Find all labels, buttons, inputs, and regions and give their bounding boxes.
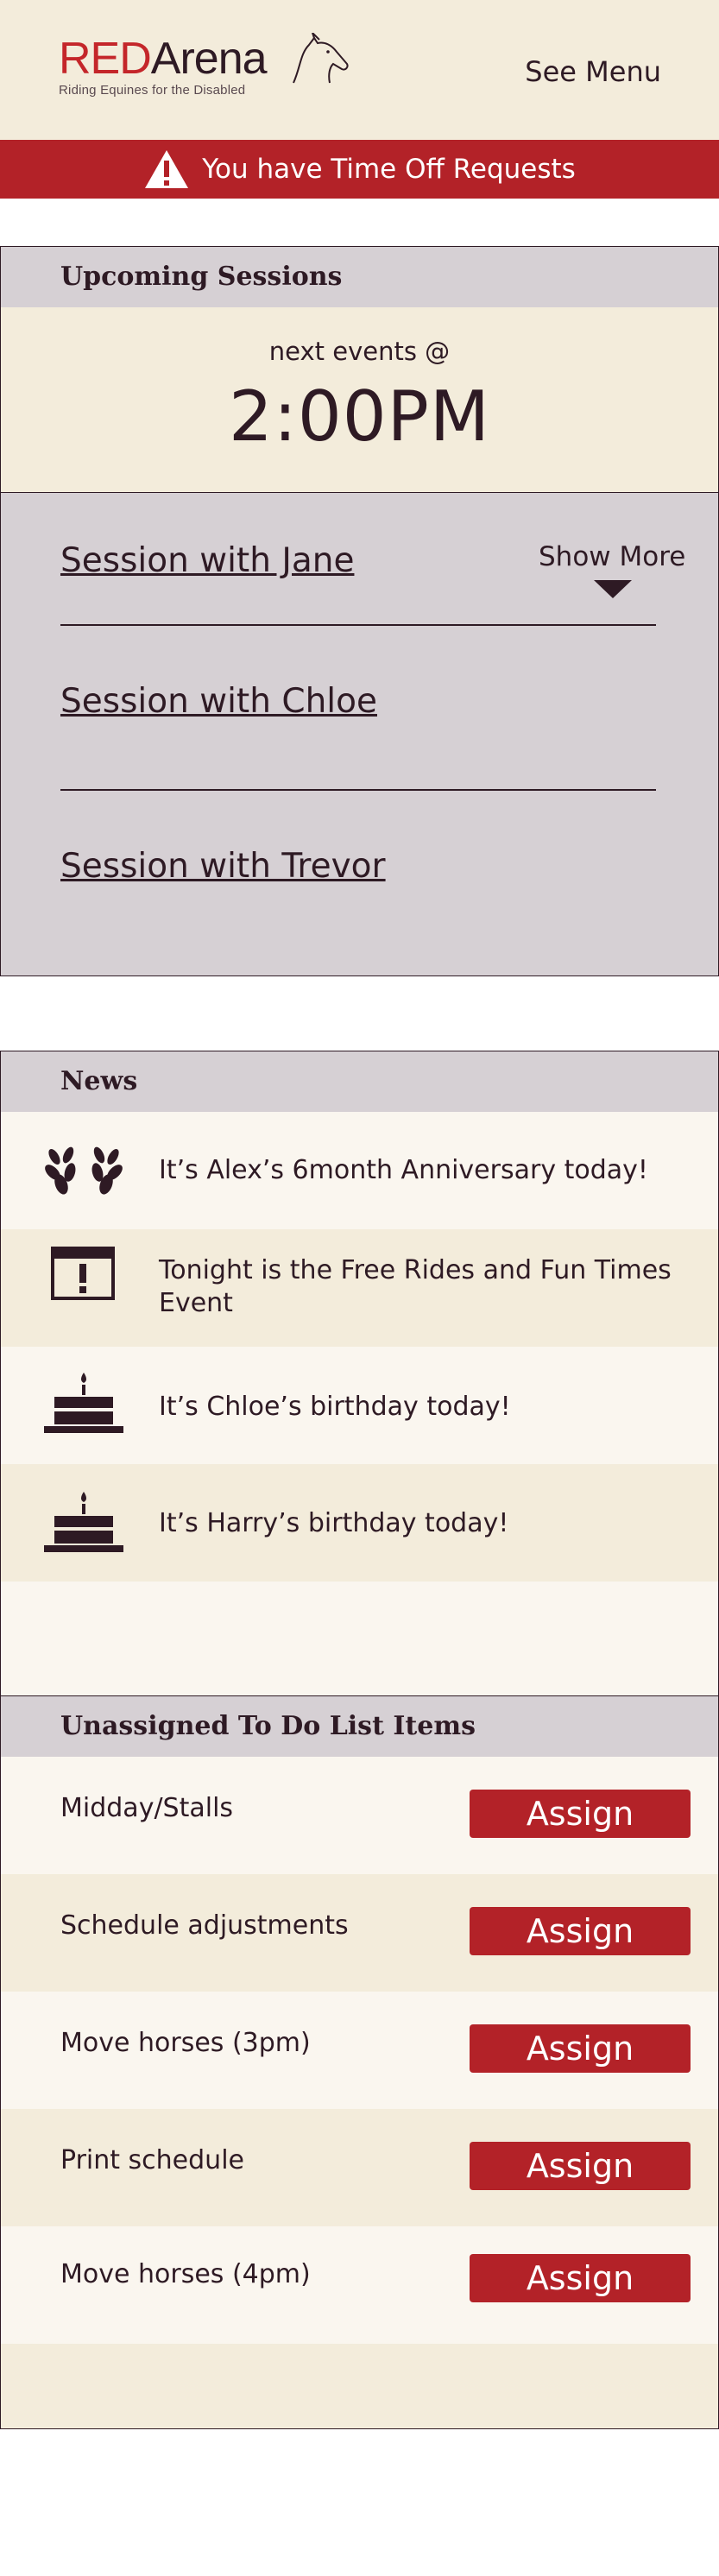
next-events-label: next events @	[268, 337, 451, 366]
section-title: Upcoming Sessions	[60, 262, 343, 292]
upcoming-sessions-heading: Upcoming Sessions	[0, 246, 719, 308]
todo-label: Print schedule	[60, 2145, 244, 2175]
todo-item: Schedule adjustments Assign	[1, 1874, 718, 1992]
next-event-time: 2:00PM	[229, 376, 490, 457]
section-title: Unassigned To Do List Items	[60, 1711, 476, 1741]
todo-item: Midday/Stalls Assign	[1, 1757, 718, 1874]
news-text: It’s Harry’s birthday today!	[159, 1508, 509, 1538]
birthday-cake-icon	[44, 1373, 123, 1433]
laurel-icon	[45, 1146, 123, 1195]
time-off-alert-banner[interactable]: You have Time Off Requests	[0, 140, 719, 199]
todo-item: Print schedule Assign	[1, 2109, 718, 2226]
todo-list: Midday/Stalls Assign Schedule adjustment…	[0, 1757, 719, 2429]
news-text: It’s Alex’s 6month Anniversary today!	[159, 1155, 648, 1185]
assign-button[interactable]: Assign	[470, 2142, 691, 2190]
assign-button[interactable]: Assign	[470, 1907, 691, 1955]
todo-label: Move horses (4pm)	[60, 2259, 311, 2289]
todo-label: Schedule adjustments	[60, 1910, 349, 1941]
assign-button[interactable]: Assign	[470, 2254, 691, 2302]
redarena-logo[interactable]: REDArena Riding Equines for the Disabled	[59, 33, 349, 98]
news-item: It’s Harry’s birthday today!	[1, 1464, 718, 1582]
todo-heading: Unassigned To Do List Items	[0, 1695, 719, 1758]
show-more-button[interactable]: Show More	[539, 541, 685, 598]
todo-label: Move horses (3pm)	[60, 2028, 311, 2058]
divider	[60, 789, 656, 791]
logo-tagline: Riding Equines for the Disabled	[59, 83, 246, 98]
divider	[60, 624, 656, 626]
calendar-alert-icon	[51, 1247, 115, 1300]
assign-button[interactable]: Assign	[470, 1790, 691, 1838]
next-event-panel: next events @ 2:00PM	[0, 307, 719, 492]
birthday-cake-icon	[44, 1492, 123, 1552]
show-more-label: Show More	[539, 541, 686, 572]
todo-label: Midday/Stalls	[60, 1793, 234, 1823]
logo-wordmark: REDArena	[59, 34, 268, 84]
assign-button[interactable]: Assign	[470, 2024, 691, 2073]
app-header: REDArena Riding Equines for the Disabled…	[0, 0, 719, 140]
todo-item: Move horses (4pm) Assign	[1, 2226, 718, 2344]
session-list: Session with Jane Show More Session with…	[0, 492, 719, 976]
news-list: It’s Alex’s 6month Anniversary today! To…	[0, 1112, 719, 1695]
session-link-chloe[interactable]: Session with Chloe	[60, 682, 377, 721]
session-link-trevor[interactable]: Session with Trevor	[60, 847, 386, 886]
todo-item: Move horses (3pm) Assign	[1, 1992, 718, 2109]
horse-head-icon	[293, 33, 349, 84]
news-text: It’s Chloe’s birthday today!	[159, 1392, 511, 1422]
warning-icon	[143, 148, 190, 190]
chevron-down-icon	[594, 580, 632, 598]
news-text: Tonight is the Free Rides and Fun Times …	[159, 1255, 672, 1318]
session-link-jane[interactable]: Session with Jane	[60, 541, 354, 580]
news-item: It’s Alex’s 6month Anniversary today!	[1, 1112, 718, 1229]
alert-text: You have Time Off Requests	[202, 154, 576, 185]
news-item: Tonight is the Free Rides and Fun Times …	[1, 1229, 718, 1347]
section-title: News	[60, 1066, 138, 1096]
news-item: It’s Chloe’s birthday today!	[1, 1347, 718, 1464]
news-heading: News	[0, 1051, 719, 1113]
see-menu-link[interactable]: See Menu	[525, 55, 661, 88]
